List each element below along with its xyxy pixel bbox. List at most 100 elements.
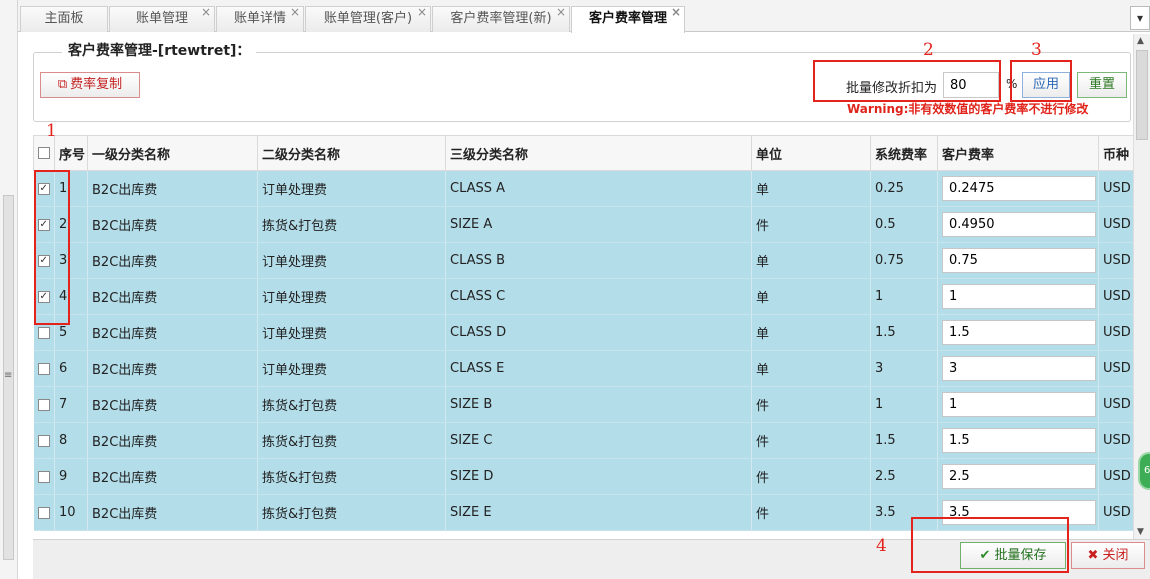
customer-rate-input[interactable]	[942, 176, 1096, 201]
row-checkbox-cell[interactable]	[33, 350, 55, 387]
customer-rate-cell	[937, 422, 1099, 459]
customer-rate-input[interactable]	[942, 356, 1096, 381]
panel-title: 客户费率管理-[rtewtret]：	[62, 40, 257, 60]
unit: 单	[751, 242, 871, 279]
row-checkbox[interactable]	[37, 398, 50, 411]
category-level-3: SIZE A	[445, 206, 752, 243]
customer-rate-input[interactable]	[942, 428, 1096, 453]
scroll-up-icon[interactable]: ▲	[1137, 36, 1144, 46]
row-checkbox[interactable]	[37, 506, 50, 519]
row-checkbox[interactable]	[37, 362, 50, 375]
tab-label: 账单管理(客户)	[323, 11, 413, 26]
annotation-box-2	[813, 60, 1001, 102]
table-row[interactable]: 9B2C出库费拣货&打包费SIZE D件2.5 USD	[33, 458, 1134, 495]
close-icon[interactable]: ×	[556, 0, 566, 24]
rate-table: 序号 一级分类名称 二级分类名称 三级分类名称 单位 系统费率 客户费率 币种 …	[33, 135, 1134, 531]
tab-main-panel[interactable]: 主面板	[20, 6, 108, 32]
category-level-1: B2C出库费	[87, 242, 258, 279]
unit: 单	[751, 278, 871, 315]
reset-button[interactable]: 重置	[1077, 72, 1127, 98]
row-checkbox[interactable]	[37, 470, 50, 483]
scroll-down-icon[interactable]: ▼	[1137, 527, 1144, 537]
table-row[interactable]: ✓4B2C出库费订单处理费CLASS C单1USD	[33, 278, 1134, 315]
category-level-1: B2C出库费	[87, 170, 258, 207]
system-rate: 1	[870, 386, 938, 423]
customer-rate-input[interactable]	[942, 464, 1096, 489]
category-level-3: SIZE E	[445, 494, 752, 531]
row-number: 10	[54, 494, 88, 531]
category-level-1: B2C出库费	[87, 278, 258, 315]
annotation-box-1	[34, 170, 70, 325]
category-level-2: 拣货&打包费	[257, 458, 446, 495]
row-checkbox-cell[interactable]	[33, 494, 55, 531]
tab-label: 账单管理	[135, 11, 188, 26]
annotation-number-2: 2	[923, 40, 934, 60]
customer-rate-input[interactable]	[942, 212, 1096, 237]
tab-customer-rate[interactable]: 客户费率管理 ×	[571, 5, 685, 33]
category-level-1: B2C出库费	[87, 494, 258, 531]
close-icon[interactable]: ×	[671, 0, 681, 24]
tab-bill-management[interactable]: 账单管理 ×	[109, 5, 215, 32]
currency: USD	[1098, 494, 1134, 531]
customer-rate-input[interactable]	[942, 392, 1096, 417]
row-checkbox[interactable]	[37, 434, 50, 447]
close-button[interactable]: ✖ 关闭	[1071, 542, 1145, 569]
table-row[interactable]: 5B2C出库费订单处理费CLASS D单1.5USD	[33, 314, 1134, 351]
category-level-3: SIZE C	[445, 422, 752, 459]
currency: USD	[1098, 458, 1134, 495]
table-row[interactable]: ✓2B2C出库费拣货&打包费SIZE A件0.5USD	[33, 206, 1134, 243]
category-level-2: 订单处理费	[257, 278, 446, 315]
unit: 件	[751, 494, 871, 531]
tab-bill-detail[interactable]: 账单详情 ×	[216, 5, 304, 32]
tab-customer-rate-new[interactable]: 客户费率管理(新) ×	[432, 5, 570, 32]
currency: USD	[1098, 350, 1134, 387]
currency: USD	[1098, 386, 1134, 423]
copy-rate-button[interactable]: ⧉ 费率复制	[40, 72, 140, 98]
tab-label: 客户费率管理	[588, 11, 667, 26]
customer-rate-cell	[937, 170, 1099, 207]
select-all-checkbox[interactable]	[38, 147, 50, 159]
column-header: 二级分类名称	[257, 135, 446, 171]
category-level-2: 拣货&打包费	[257, 422, 446, 459]
customer-rate-input[interactable]	[942, 248, 1096, 273]
table-row[interactable]: 8B2C出库费拣货&打包费SIZE C件1.5 USD	[33, 422, 1134, 459]
row-checkbox-cell[interactable]	[33, 458, 55, 495]
table-row[interactable]: ✓3B2C出库费订单处理费CLASS B单0.75USD	[33, 242, 1134, 279]
category-level-3: CLASS A	[445, 170, 752, 207]
row-checkbox-cell[interactable]	[33, 422, 55, 459]
chevron-down-icon[interactable]: ▾	[1130, 6, 1150, 30]
tab-bill-management-customer[interactable]: 账单管理(客户) ×	[305, 5, 431, 32]
unit: 单	[751, 350, 871, 387]
left-collapse-strip[interactable]: ≡	[0, 0, 18, 579]
table-row[interactable]: 7B2C出库费拣货&打包费SIZE B件1 USD	[33, 386, 1134, 423]
customer-rate-cell	[937, 350, 1099, 387]
table-row[interactable]: 6B2C出库费订单处理费CLASS E单3 USD	[33, 350, 1134, 387]
unit: 单	[751, 314, 871, 351]
customer-rate-input[interactable]	[942, 320, 1096, 345]
category-level-1: B2C出库费	[87, 314, 258, 351]
customer-rate-input[interactable]	[942, 284, 1096, 309]
category-level-1: B2C出库费	[87, 386, 258, 423]
column-header: 客户费率	[937, 135, 1099, 171]
unit: 单	[751, 170, 871, 207]
scroll-thumb[interactable]	[1136, 50, 1148, 140]
category-level-2: 订单处理费	[257, 350, 446, 387]
row-checkbox[interactable]	[37, 326, 50, 339]
system-rate: 2.5	[870, 458, 938, 495]
row-checkbox-cell[interactable]	[33, 386, 55, 423]
column-header: 三级分类名称	[445, 135, 752, 171]
close-icon[interactable]: ×	[201, 0, 211, 24]
annotation-number-3: 3	[1031, 40, 1042, 60]
close-label: 关闭	[1102, 548, 1129, 563]
column-header: 序号	[54, 135, 88, 171]
floating-badge[interactable]: 6	[1138, 452, 1150, 490]
table-row[interactable]: ✓1B2C出库费订单处理费CLASS A单0.25USD	[33, 170, 1134, 207]
system-rate: 0.5	[870, 206, 938, 243]
unit: 件	[751, 422, 871, 459]
unit: 件	[751, 206, 871, 243]
close-icon[interactable]: ×	[417, 0, 427, 24]
category-level-1: B2C出库费	[87, 458, 258, 495]
customer-rate-cell	[937, 458, 1099, 495]
close-icon[interactable]: ×	[290, 0, 300, 24]
row-number: 9	[54, 458, 88, 495]
